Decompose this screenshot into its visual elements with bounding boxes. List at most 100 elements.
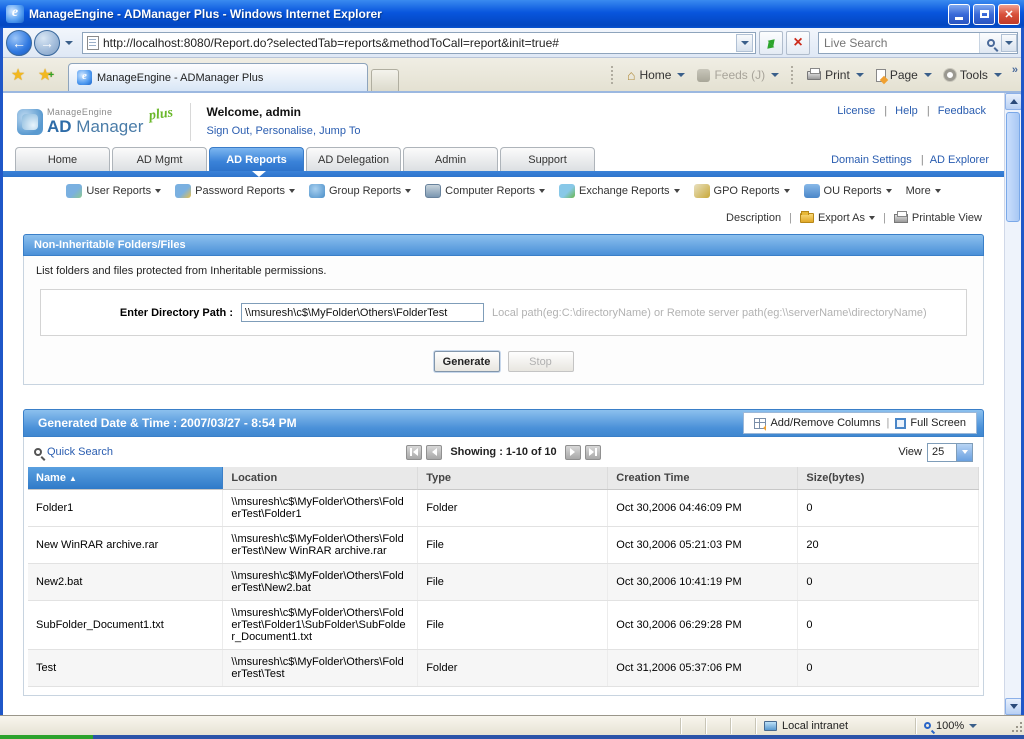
column-header-location[interactable]: Location xyxy=(222,467,419,490)
gpo-reports-icon xyxy=(693,184,710,198)
new-tab-button[interactable] xyxy=(371,69,399,91)
menu-item-user-reports[interactable]: User Reports xyxy=(66,184,162,198)
add-favorite-button[interactable]: ★ + xyxy=(34,63,58,87)
select-dropdown-button[interactable] xyxy=(956,443,972,461)
zoom-control[interactable]: 100% xyxy=(915,717,1010,734)
menu-item-more[interactable]: More xyxy=(906,185,941,197)
refresh-button[interactable] xyxy=(759,30,783,55)
resize-grip[interactable] xyxy=(1010,718,1024,734)
tab-underline xyxy=(3,171,1004,177)
domain-settings-link[interactable]: Domain Settings xyxy=(828,154,927,166)
tab-support[interactable]: Support xyxy=(500,147,595,171)
first-page-button[interactable] xyxy=(406,444,423,460)
minimize-button[interactable] xyxy=(948,3,970,25)
quick-search-link[interactable]: Quick Search xyxy=(34,446,113,458)
export-icon xyxy=(799,211,814,223)
url-input[interactable] xyxy=(103,35,736,50)
add-remove-columns-label: Add/Remove Columns xyxy=(770,417,881,429)
printable-view-button[interactable]: Printable View xyxy=(893,210,982,224)
tab-ad-reports[interactable]: AD Reports xyxy=(209,147,304,171)
stop-button[interactable]: × xyxy=(786,30,810,55)
menu-item-password-reports[interactable]: Password Reports xyxy=(175,184,295,198)
cell-size: 0 xyxy=(797,489,979,527)
taskbar-edge xyxy=(0,735,1024,739)
vertical-scrollbar[interactable] xyxy=(1004,93,1021,715)
add-remove-columns-button[interactable]: Add/Remove Columns xyxy=(754,417,881,429)
toolbar-overflow-button[interactable]: » xyxy=(1012,64,1018,76)
favorites-button[interactable]: ★ xyxy=(6,63,30,87)
close-button[interactable]: ✕ xyxy=(998,3,1020,25)
page-button[interactable]: Page xyxy=(870,65,938,85)
export-as-button[interactable]: Export As xyxy=(799,211,876,224)
directory-path-input[interactable] xyxy=(241,303,484,322)
logo-product: AD Manager xyxy=(47,117,143,137)
table-row[interactable]: New WinRAR archive.rar \\msuresh\c$\MyFol… xyxy=(28,526,979,564)
tab-bar: ★ ★ + e ManageEngine - ADManager Plus ⌂ H… xyxy=(0,58,1024,93)
page-menu-icon xyxy=(875,68,886,82)
help-link[interactable]: Help xyxy=(891,105,934,117)
last-page-button[interactable] xyxy=(584,444,601,460)
tab-admin[interactable]: Admin xyxy=(403,147,498,171)
menu-label: User Reports xyxy=(86,185,152,197)
table-row[interactable]: SubFolder_Document1.txt \\msuresh\c$\MyFo… xyxy=(28,600,979,650)
menu-item-group-reports[interactable]: Group Reports xyxy=(308,184,412,198)
feeds-label: Feeds (J) xyxy=(714,68,766,82)
logo-text: ManageEngine AD Manager xyxy=(47,107,143,137)
cell-location: \\msuresh\c$\MyFolder\Others\FolderTest\… xyxy=(222,526,419,564)
title-bar: e ManageEngine - ADManager Plus - Window… xyxy=(0,0,1024,28)
last-page-icon xyxy=(588,448,594,456)
scroll-up-button[interactable] xyxy=(1005,93,1021,110)
menu-item-ou-reports[interactable]: OU Reports xyxy=(803,184,892,198)
separator: | xyxy=(883,212,886,224)
browser-tab[interactable]: e ManageEngine - ADManager Plus xyxy=(68,63,368,91)
view-size-control: View 25 xyxy=(898,442,973,462)
next-page-button[interactable] xyxy=(564,444,581,460)
tab-ad-delegation[interactable]: AD Delegation xyxy=(306,147,401,171)
table-row[interactable]: Folder1 \\msuresh\c$\MyFolder\Others\Fold… xyxy=(28,489,979,527)
scrollbar-thumb[interactable] xyxy=(1006,112,1020,222)
print-button[interactable]: Print xyxy=(801,65,870,85)
menu-item-computer-reports[interactable]: Computer Reports xyxy=(425,184,546,198)
cell-name: New WinRAR archive.rar xyxy=(28,526,224,564)
full-screen-button[interactable]: Full Screen xyxy=(895,417,966,429)
menu-item-gpo-reports[interactable]: GPO Reports xyxy=(693,184,790,198)
maximize-button[interactable] xyxy=(973,3,995,25)
forward-button[interactable]: → xyxy=(34,29,60,56)
tools-button[interactable]: Tools xyxy=(938,65,1008,85)
table-row[interactable]: Test \\msuresh\c$\MyFolder\Others\FolderT… xyxy=(28,649,979,687)
feedback-link[interactable]: Feedback xyxy=(934,105,990,117)
personalise-link[interactable]: Personalise xyxy=(255,125,319,137)
cell-location: \\msuresh\c$\MyFolder\Others\FolderTest\… xyxy=(222,489,419,527)
cell-location: \\msuresh\c$\MyFolder\Others\FolderTest\… xyxy=(222,563,419,601)
recent-pages-dropdown[interactable] xyxy=(62,33,76,53)
tab-ad-mgmt[interactable]: AD Mgmt xyxy=(112,147,207,171)
prev-page-icon xyxy=(431,448,437,456)
tab-home[interactable]: Home xyxy=(15,147,110,171)
search-options-dropdown[interactable] xyxy=(1001,33,1017,52)
back-button[interactable]: ← xyxy=(6,29,32,56)
table-row[interactable]: New2.bat \\msuresh\c$\MyFolder\Others\Fol… xyxy=(28,563,979,601)
column-header-type[interactable]: Type xyxy=(417,467,609,490)
sign-out-link[interactable]: Sign Out xyxy=(207,125,256,137)
jump-to-link[interactable]: Jump To xyxy=(319,125,360,137)
prev-page-button[interactable] xyxy=(426,444,443,460)
cell-name: Test xyxy=(28,649,224,687)
search-input[interactable] xyxy=(824,35,979,50)
search-button[interactable] xyxy=(979,32,1002,53)
ad-explorer-link[interactable]: AD Explorer xyxy=(927,154,992,166)
column-header-name[interactable]: Name ▲ xyxy=(28,467,224,490)
description-link[interactable]: Description xyxy=(726,212,781,224)
license-link[interactable]: License xyxy=(833,105,891,117)
home-button[interactable]: ⌂ Home xyxy=(621,64,691,86)
column-header-size[interactable]: Size(bytes) xyxy=(797,467,979,490)
feeds-button[interactable]: Feeds (J) xyxy=(691,65,785,85)
generate-button[interactable]: Generate xyxy=(433,351,500,372)
report-panel-body: List folders and files protected from In… xyxy=(23,256,984,385)
pagination: Showing : 1-10 of 10 xyxy=(24,444,983,460)
stop-report-button[interactable]: Stop xyxy=(507,351,574,372)
page-size-select[interactable]: 25 xyxy=(927,442,973,462)
url-dropdown-button[interactable] xyxy=(736,33,753,52)
menu-item-exchange-reports[interactable]: Exchange Reports xyxy=(559,184,680,198)
column-header-creation-time[interactable]: Creation Time xyxy=(607,467,799,490)
scroll-down-button[interactable] xyxy=(1005,698,1021,715)
